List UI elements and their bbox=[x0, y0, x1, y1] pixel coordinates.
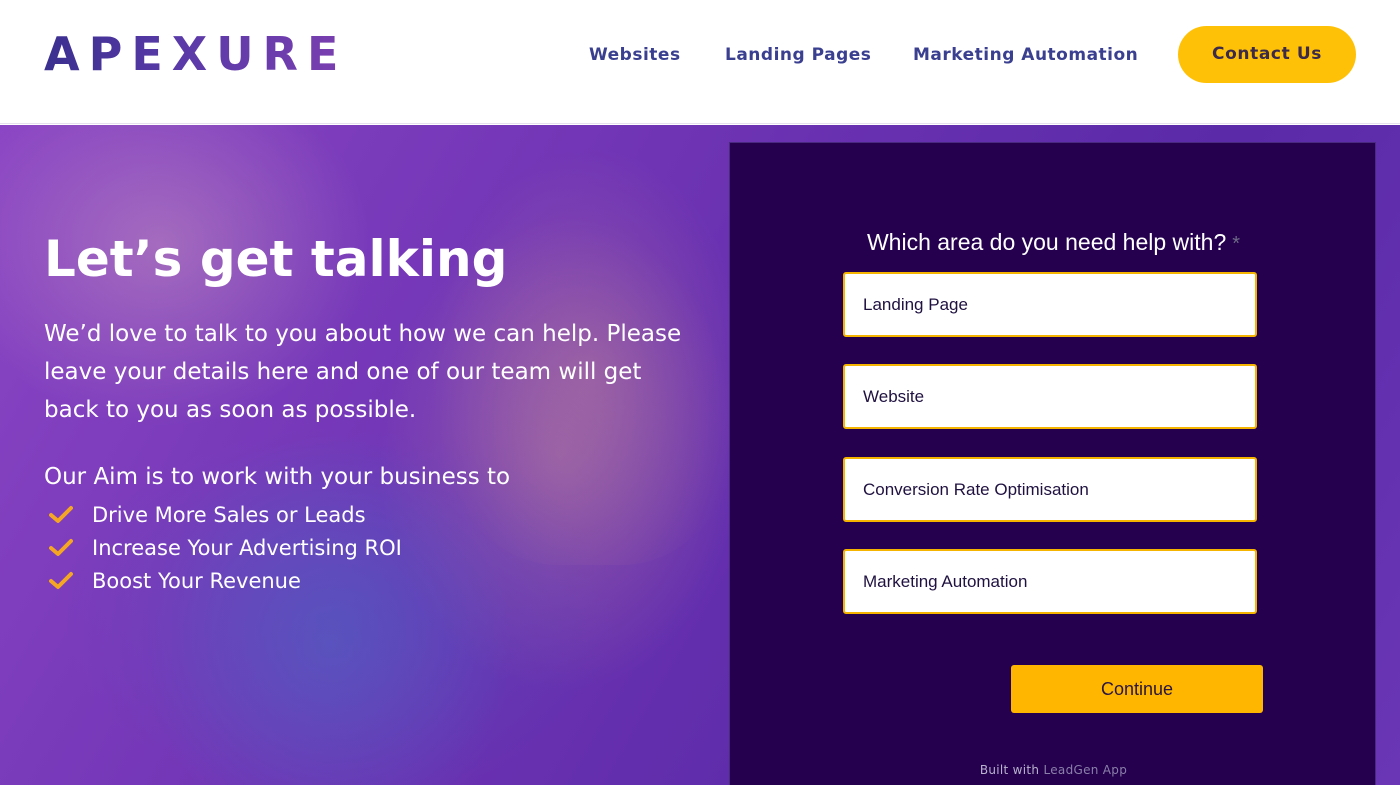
benefit-label: Boost Your Revenue bbox=[92, 569, 301, 593]
built-with-footer: Built with LeadGen App bbox=[730, 763, 1377, 777]
contact-us-button[interactable]: Contact Us bbox=[1178, 26, 1356, 83]
required-mark: * bbox=[1232, 233, 1241, 255]
leadgen-app-link[interactable]: LeadGen App bbox=[1043, 763, 1127, 777]
option-conversion-rate-optimisation[interactable]: Conversion Rate Optimisation bbox=[843, 457, 1257, 522]
lead-form-panel: Which area do you need help with? * Landi… bbox=[729, 142, 1376, 785]
continue-button[interactable]: Continue bbox=[1011, 665, 1263, 713]
option-website[interactable]: Website bbox=[843, 364, 1257, 429]
nav-websites[interactable]: Websites bbox=[589, 44, 681, 66]
form-question-label: Which area do you need help with? bbox=[866, 229, 1227, 255]
check-icon bbox=[49, 572, 73, 589]
form-question: Which area do you need help with? * bbox=[730, 227, 1377, 259]
check-icon bbox=[49, 539, 73, 556]
apexure-logo[interactable]: APEXURE bbox=[44, 30, 347, 78]
nav-landing-pages[interactable]: Landing Pages bbox=[725, 44, 871, 66]
intro-text: We’d love to talk to you about how we ca… bbox=[44, 321, 682, 423]
aim-text: Our Aim is to work with your business to bbox=[44, 464, 511, 490]
check-icon bbox=[49, 506, 73, 523]
nav-marketing-automation[interactable]: Marketing Automation bbox=[913, 44, 1138, 66]
site-header: APEXURE Websites Landing Pages Marketing… bbox=[0, 0, 1400, 124]
benefit-label: Increase Your Advertising ROI bbox=[92, 536, 402, 560]
option-marketing-automation[interactable]: Marketing Automation bbox=[843, 549, 1257, 614]
option-landing-page[interactable]: Landing Page bbox=[843, 272, 1257, 337]
page-headline: Let’s get talking bbox=[44, 230, 508, 288]
benefit-label: Drive More Sales or Leads bbox=[92, 503, 366, 527]
built-with-text: Built with bbox=[979, 763, 1040, 777]
